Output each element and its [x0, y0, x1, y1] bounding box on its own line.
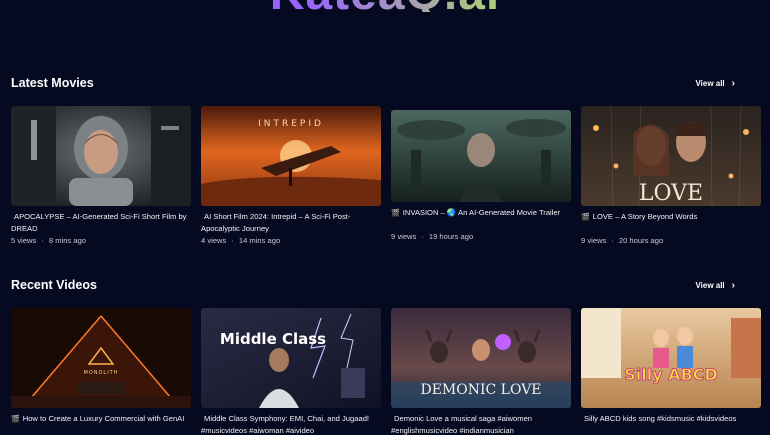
video-title[interactable]: 🎬 LOVE – A Story Beyond Words [581, 211, 761, 233]
video-thumbnail[interactable]: MONOLITH [11, 308, 191, 408]
view-all-label: View all [695, 79, 725, 88]
upload-age: 19 hours ago [428, 232, 474, 241]
clapperboard-icon: 🎬 [391, 210, 400, 217]
movie-card[interactable]: LOVE 🎬 LOVE – A Story Beyond Words 9 view… [581, 106, 761, 245]
video-card[interactable]: Silly ABCD Silly ABCD kids song #kidsmus… [581, 308, 761, 435]
thumbnail-caption: INTREPID [258, 119, 324, 129]
section-title: Latest Movies [11, 76, 94, 90]
video-title[interactable]: APOCALYPSE – AI-Generated Sci-Fi Short F… [11, 211, 191, 233]
video-meta: 9 views · 20 hours ago [581, 236, 761, 245]
video-title-text: INVASION – 🌏 An AI-Generated Movie Trail… [402, 208, 561, 217]
view-all-link[interactable]: View all › [695, 78, 735, 89]
video-title-text: LOVE – A Story Beyond Words [592, 212, 698, 221]
video-card[interactable]: DEMONIC LOVE Demonic Love a musical saga… [391, 308, 571, 435]
video-title[interactable]: 🎬 INVASION – 🌏 An AI-Generated Movie Trai… [391, 207, 571, 229]
separator-dot: · [421, 232, 424, 241]
video-title[interactable]: AI Short Film 2024: Intrepid – A Sci-Fi … [201, 211, 381, 233]
video-title-text: How to Create a Luxury Commercial with G… [22, 414, 185, 423]
video-card[interactable]: MONOLITH 🎬 How to Create a Luxury Commerc… [11, 308, 191, 435]
movie-card[interactable]: APOCALYPSE – AI-Generated Sci-Fi Short F… [11, 106, 191, 245]
brand-logo[interactable]: KateaQ.ai [0, 0, 770, 20]
separator-dot: · [611, 236, 614, 245]
upload-age: 8 mins ago [48, 236, 87, 245]
movie-card[interactable]: 🎬 INVASION – 🌏 An AI-Generated Movie Trai… [391, 106, 571, 245]
section-title: Recent Videos [11, 278, 97, 292]
view-count: 9 views [581, 236, 607, 245]
movie-card[interactable]: INTREPID AI Short Film 2024: Intrepid – … [201, 106, 381, 245]
video-thumbnail[interactable] [391, 110, 571, 202]
thumbnail-caption: MONOLITH [84, 370, 119, 376]
chevron-right-icon: › [731, 78, 735, 89]
video-thumbnail[interactable]: LOVE [581, 106, 761, 206]
view-count: 9 views [391, 232, 417, 241]
video-card[interactable]: Middle Class Middle Class Symphony: EMI,… [201, 308, 381, 435]
video-thumbnail[interactable]: Silly ABCD [581, 308, 761, 408]
thumbnail-caption: DEMONIC LOVE [420, 382, 541, 398]
clapperboard-icon: 🎬 [581, 214, 590, 221]
video-meta: 9 views · 19 hours ago [391, 232, 571, 241]
thumbnail-caption: Silly ABCD [624, 365, 718, 384]
separator-dot: · [231, 236, 234, 245]
thumbnail-caption: LOVE [639, 181, 703, 206]
view-count: 5 views [11, 236, 37, 245]
upload-age: 14 mins ago [238, 236, 281, 245]
upload-age: 20 hours ago [618, 236, 664, 245]
video-thumbnail[interactable] [11, 106, 191, 206]
video-thumbnail[interactable]: INTREPID [201, 106, 381, 206]
recent-videos-section: Recent Videos View all › MONOLITH 🎬 How t… [11, 278, 761, 435]
video-thumbnail[interactable]: DEMONIC LOVE [391, 308, 571, 408]
view-all-link[interactable]: View all › [695, 280, 735, 291]
video-thumbnail[interactable]: Middle Class [201, 308, 381, 408]
thumbnail-caption: Middle Class [220, 330, 326, 348]
video-meta: 5 views · 8 mins ago [11, 236, 191, 245]
separator-dot: · [41, 236, 44, 245]
latest-movies-section: Latest Movies View all › APOCALYPSE – AI… [11, 76, 761, 245]
video-title-text: APOCALYPSE – AI-Generated Sci-Fi Short F… [11, 212, 187, 233]
clapperboard-icon: 🎬 [11, 416, 20, 423]
video-meta: 4 views · 14 mins ago [201, 236, 381, 245]
chevron-right-icon: › [731, 280, 735, 291]
view-count: 4 views [201, 236, 227, 245]
video-title-text: Silly ABCD kids song #kidsmusic #kidsvid… [584, 414, 737, 423]
view-all-label: View all [695, 281, 725, 290]
video-title-text: AI Short Film 2024: Intrepid – A Sci-Fi … [201, 212, 351, 233]
